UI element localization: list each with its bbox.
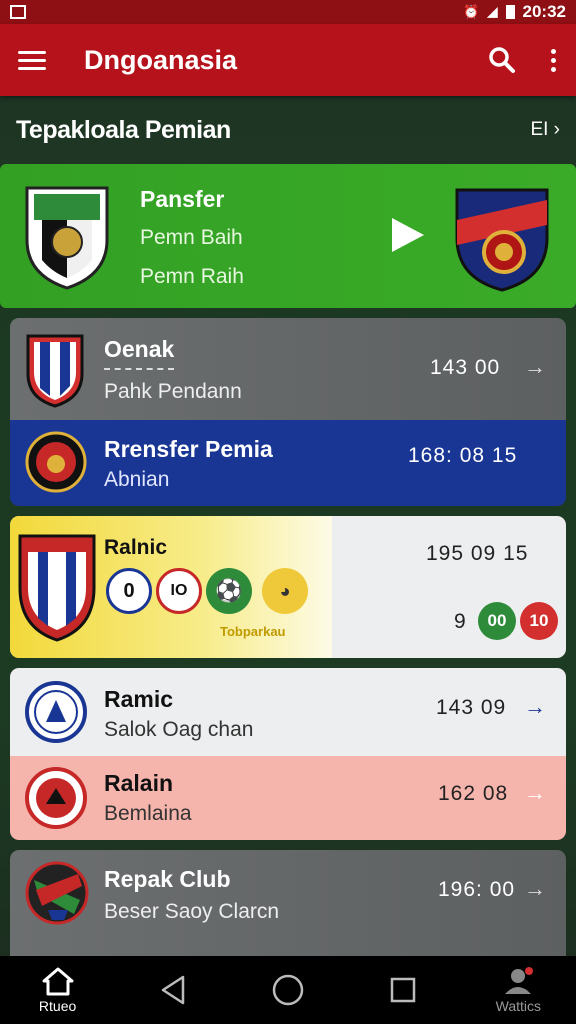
- status-time: 20:32: [522, 2, 566, 21]
- match-team-name: Rrensfer Pemia: [104, 436, 273, 462]
- featured-match-card[interactable]: Pansfer Pemn Baih Pemn Raih: [0, 164, 576, 308]
- profile-icon: [505, 967, 534, 994]
- team-badge: 0: [106, 568, 152, 614]
- nav-home-label: Rtueo: [38, 998, 77, 1014]
- nav-recents[interactable]: [363, 976, 443, 1004]
- nav-profile[interactable]: Wattics: [478, 966, 558, 1014]
- overflow-menu-icon[interactable]: [548, 48, 558, 72]
- play-icon[interactable]: [390, 216, 426, 254]
- arrow-right-icon[interactable]: →: [524, 780, 546, 806]
- team-crest-icon: [25, 767, 87, 829]
- arrow-right-icon[interactable]: →: [524, 354, 546, 380]
- recents-icon: [390, 977, 416, 1003]
- match-row-highlighted[interactable]: Rrensfer Pemia Abnian 168: 08 15: [10, 420, 566, 506]
- alarm-icon: ⏰: [463, 4, 480, 19]
- match-row[interactable]: Ramic Salok Oag chan 143 09 →: [10, 668, 566, 756]
- match-row[interactable]: Repak Club Beser Saoy Clarcn 196: 00 →: [10, 850, 566, 956]
- team-badge: IO: [156, 568, 202, 614]
- section-header: Tepakloala Pemian EI ›: [0, 96, 576, 164]
- app-title: Dngoanasia: [84, 44, 238, 75]
- battery-icon: [505, 5, 515, 19]
- team-badge: ◕: [262, 568, 308, 614]
- section-title: Tepakloala Pemian: [16, 115, 231, 144]
- featured-line2: Pemn Raih: [140, 265, 244, 288]
- match-team-name: Repak Club: [104, 866, 231, 892]
- home-icon: [42, 967, 74, 996]
- match-time: 168: 08 15: [408, 444, 518, 467]
- see-all-link[interactable]: EI ›: [530, 119, 560, 141]
- bottom-nav-bar: Rtueo Wattics: [0, 956, 576, 1024]
- home-team-crest-icon: [25, 186, 109, 290]
- score-badge-red: 10: [520, 602, 558, 640]
- match-team-name: Ralnic: [104, 536, 168, 559]
- match-row[interactable]: Oenak Pahk Pendann 143 00 →: [10, 318, 566, 420]
- match-time: 196: 00: [438, 878, 516, 901]
- home-circle-icon: [272, 974, 304, 1006]
- match-team-name: Oenak: [104, 336, 175, 362]
- match-team-name: Ralain: [104, 770, 174, 796]
- nav-home-circle[interactable]: [248, 973, 328, 1007]
- match-subtitle: Bemlaina: [104, 802, 192, 825]
- team-crest-icon: [25, 861, 89, 925]
- team-crest-icon: [26, 334, 84, 408]
- featured-line1: Pemn Baih: [140, 226, 243, 249]
- match-time: 162 08: [438, 782, 509, 805]
- score-left: 9: [454, 610, 466, 633]
- search-icon[interactable]: [488, 46, 516, 74]
- match-subtitle: Pahk Pendann: [104, 380, 242, 403]
- promo-text: Tobparkau: [220, 624, 286, 639]
- divider: [104, 368, 174, 370]
- match-team-name: Ramic: [104, 686, 174, 712]
- soccer-ball-icon: ⚽: [206, 568, 252, 614]
- back-icon: [161, 975, 185, 1005]
- match-subtitle: Beser Saoy Clarcn: [104, 900, 280, 923]
- arrow-right-icon[interactable]: →: [524, 876, 546, 902]
- score-badge-green: 00: [478, 602, 516, 640]
- nav-profile-label: Wattics: [495, 998, 542, 1014]
- match-subtitle: Salok Oag chan: [104, 718, 254, 741]
- arrow-right-icon[interactable]: →: [524, 694, 546, 720]
- match-row[interactable]: Ralain Bemlaina 162 08 →: [10, 756, 566, 840]
- notification-icon: [10, 5, 26, 19]
- away-team-crest-icon: [455, 188, 549, 292]
- team-crest-icon: [25, 681, 87, 743]
- match-time: 143 00: [430, 356, 501, 379]
- match-card-group: Oenak Pahk Pendann 143 00 → Rrensfer Pem…: [10, 318, 566, 506]
- featured-title: Pansfer: [140, 186, 225, 212]
- match-card-promo[interactable]: Ralnic 0 IO ⚽ ◕ Tobparkau 195 09 15 9 00…: [10, 516, 566, 658]
- match-time: 143 09: [436, 696, 507, 719]
- team-crest-icon: [18, 534, 96, 642]
- match-subtitle: Abnian: [104, 468, 170, 491]
- menu-icon[interactable]: [18, 50, 46, 70]
- match-card-group: Ramic Salok Oag chan 143 09 → Ralain Bem…: [10, 668, 566, 840]
- nav-home[interactable]: Rtueo: [18, 966, 98, 1014]
- app-bar: Dngoanasia: [0, 24, 576, 96]
- status-bar: ⏰ ◢ 20:32: [0, 0, 576, 24]
- team-crest-icon: [25, 431, 87, 493]
- signal-icon: ◢: [487, 4, 498, 19]
- match-time: 195 09 15: [426, 542, 529, 565]
- nav-back[interactable]: [133, 974, 213, 1006]
